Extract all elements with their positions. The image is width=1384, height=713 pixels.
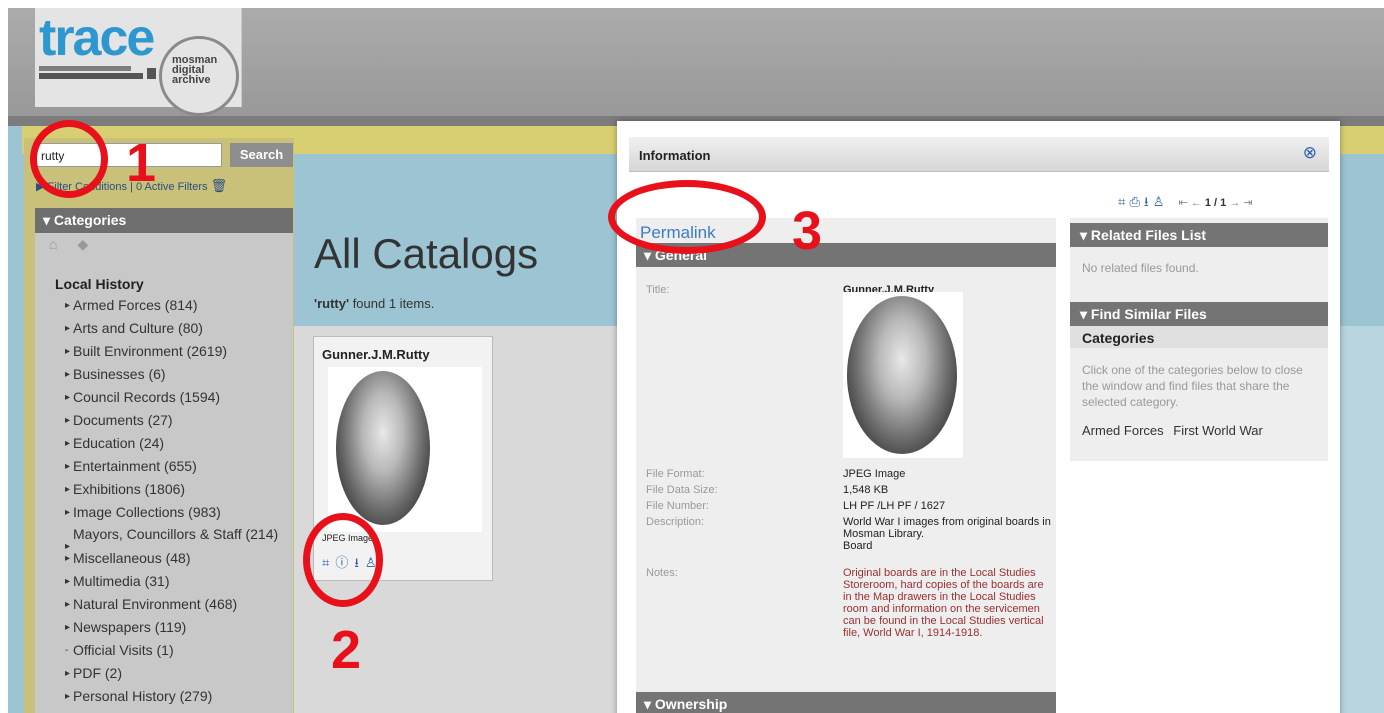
caret-right-icon: ▸	[65, 507, 71, 518]
prev-page-icon[interactable]: ←	[1191, 197, 1202, 209]
results-summary: 'rutty' found 1 items.	[314, 296, 435, 311]
info-image[interactable]	[843, 292, 963, 458]
pagination: ⇤ ← 1 / 1 → ⇥	[1178, 197, 1253, 209]
description-label: Description:	[646, 516, 705, 528]
caret-right-icon: ▸	[65, 599, 71, 610]
category-item[interactable]: ▸ Natural Environment (468)	[35, 593, 293, 616]
annotation-number-2: 2	[331, 620, 362, 680]
category-item[interactable]: ▸ PDF (2)	[35, 662, 293, 685]
category-item[interactable]: ▸ Mayors, Councillors & Staff (214)	[35, 524, 293, 552]
caret-right-icon: ▸	[65, 691, 71, 702]
chevron-down-icon: ▾	[644, 696, 655, 712]
dash-icon: -	[65, 645, 69, 656]
caret-right-icon: ▸	[65, 622, 71, 633]
size-value: 1,548 KB	[843, 484, 889, 496]
format-value: JPEG Image	[843, 468, 906, 480]
category-section-title: Local History	[55, 276, 144, 292]
annotation-circle-2	[303, 513, 383, 607]
description-value: World War I images from original boards …	[843, 516, 1051, 552]
annotation-circle-3	[608, 180, 766, 254]
category-item[interactable]: ▸ Entertainment (655)	[35, 455, 293, 478]
category-item[interactable]: ▸ Multimedia (31)	[35, 570, 293, 593]
caret-right-icon: ▸	[65, 300, 71, 311]
caret-right-icon: ▸	[65, 323, 71, 334]
app-window: trace mosman digital archive rutty Searc…	[8, 8, 1384, 713]
related-empty: No related files found.	[1082, 261, 1199, 275]
caret-right-icon: ▸	[65, 553, 71, 564]
chevron-down-icon: ▾	[43, 212, 54, 228]
back-arrow-icon[interactable]: ◆	[77, 236, 88, 252]
find-similar-header[interactable]: ▾ Find Similar Files	[1070, 302, 1328, 326]
related-files-header[interactable]: ▾ Related Files List	[1070, 223, 1328, 247]
similar-category-links: Armed Forces First World War	[1082, 423, 1269, 438]
fit-icon[interactable]: ⌗	[1118, 195, 1125, 210]
caret-right-icon: ▸	[65, 484, 71, 495]
size-label: File Data Size:	[646, 484, 718, 496]
caret-right-icon: ▸	[65, 668, 71, 679]
similar-categories-title: Categories	[1070, 326, 1328, 348]
format-label: File Format:	[646, 468, 705, 480]
number-value: LH PF /LH PF / 1627	[843, 500, 946, 512]
similar-help-text: Click one of the categories below to clo…	[1082, 363, 1303, 409]
notes-value: Original boards are in the Local Studies…	[843, 567, 1044, 639]
logo-word: trace	[39, 9, 155, 67]
annotation-number-3: 3	[792, 201, 823, 261]
modal-toolbar: ⌗ ⎙ ⭳ ♙ ⇤ ← 1 / 1 → ⇥	[1118, 193, 1253, 215]
category-item[interactable]: ▸ Documents (27)	[35, 409, 293, 432]
close-icon[interactable]: ⊗	[1303, 143, 1317, 163]
category-item[interactable]: ▸ Image Collections (983)	[35, 501, 293, 524]
caret-right-icon: ▸	[65, 438, 71, 449]
ownership-section-header[interactable]: ▾ Ownership	[636, 692, 1056, 713]
caret-right-icon: ▸	[65, 392, 71, 403]
categories-panel: ▾ Categories ⌂ ◆ Local History ▸ Armed For…	[35, 208, 293, 713]
logo-subtitle: mosman digital archive	[172, 54, 218, 86]
category-item[interactable]: ▸ Newspapers (119)	[35, 616, 293, 639]
category-item[interactable]: ▸ Miscellaneous (48)	[35, 547, 293, 570]
categories-header[interactable]: ▾ Categories	[35, 208, 293, 233]
caret-right-icon: ▸	[65, 415, 71, 426]
info-column: Permalink ▾ General Title: Gunner.J.M.Ru…	[636, 218, 1056, 713]
category-item[interactable]: ▸ Exhibitions (1806)	[35, 478, 293, 501]
card-thumbnail[interactable]	[328, 367, 482, 532]
next-page-icon[interactable]: →	[1229, 197, 1240, 209]
category-item[interactable]: ▸ Built Environment (2619)	[35, 340, 293, 363]
trash-icon[interactable]: 🗑	[211, 178, 228, 193]
category-link[interactable]: Armed Forces	[1082, 423, 1164, 438]
category-item[interactable]: ▸ Education (24)	[35, 432, 293, 455]
category-item[interactable]: - Official Visits (1)	[35, 639, 293, 662]
category-link[interactable]: First World War	[1173, 423, 1263, 438]
basket-icon[interactable]: ♙	[1153, 195, 1165, 210]
search-button[interactable]: Search	[230, 143, 293, 167]
category-list: ▸ Armed Forces (814) ▸ Arts and Culture (8…	[35, 294, 293, 708]
print-icon[interactable]: ⎙	[1129, 195, 1139, 210]
caret-right-icon: ▸	[65, 576, 71, 587]
page-title: All Catalogs	[314, 230, 539, 277]
category-item[interactable]: ▸ Council Records (1594)	[35, 386, 293, 409]
title-label: Title:	[646, 284, 670, 296]
modal-title: Information	[639, 148, 711, 163]
side-column: ▾ Related Files List No related files fo…	[1070, 218, 1328, 461]
caret-right-icon: ▸	[65, 369, 71, 380]
caret-right-icon: ▸	[65, 346, 71, 357]
site-logo[interactable]: trace mosman digital archive	[35, 8, 242, 116]
category-item[interactable]: ▸ Armed Forces (814)	[35, 294, 293, 317]
number-label: File Number:	[646, 500, 709, 512]
category-item[interactable]: ▸ Personal History (279)	[35, 685, 293, 708]
caret-right-icon: ▸	[65, 461, 71, 472]
annotation-number-1: 1	[126, 133, 157, 193]
modal-header: Information ⊗	[629, 137, 1329, 172]
chevron-down-icon: ▾	[1080, 227, 1091, 243]
category-item[interactable]: ▸ Businesses (6)	[35, 363, 293, 386]
first-page-icon[interactable]: ⇤	[1179, 197, 1188, 209]
notes-label: Notes:	[646, 567, 678, 579]
card-title[interactable]: Gunner.J.M.Rutty	[322, 347, 430, 362]
chevron-down-icon: ▾	[1080, 306, 1091, 322]
annotation-circle-1	[30, 120, 108, 198]
home-icon[interactable]: ⌂	[49, 236, 57, 252]
category-item[interactable]: ▸ Arts and Culture (80)	[35, 317, 293, 340]
last-page-icon[interactable]: ⇥	[1243, 197, 1252, 209]
download-icon[interactable]: ⭳	[1144, 195, 1149, 210]
